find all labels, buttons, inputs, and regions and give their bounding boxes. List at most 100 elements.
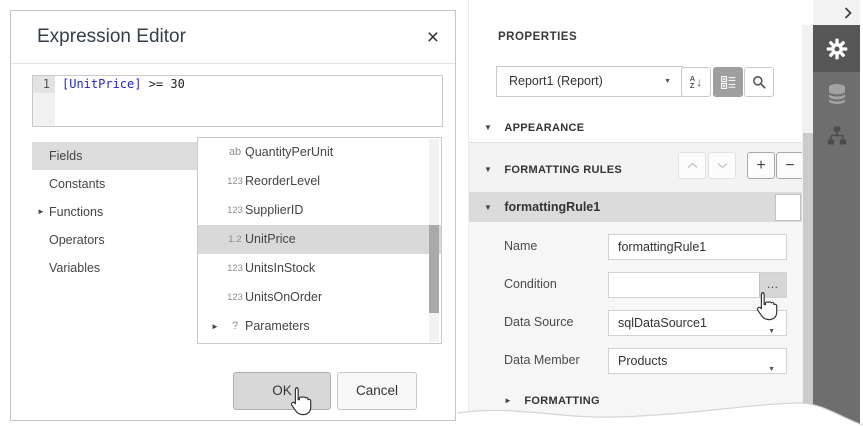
category-view-button[interactable]	[713, 67, 743, 97]
field-item-unitsinstock[interactable]: 123 UnitsInStock	[198, 254, 441, 283]
sort-alphabetical-button[interactable]: AZ ↓	[681, 67, 711, 97]
search-icon	[752, 75, 766, 89]
section-label: FORMATTING RULES	[504, 164, 622, 176]
ok-button[interactable]: OK	[233, 372, 331, 410]
expand-arrow-icon: ►	[211, 312, 219, 341]
category-label: Fields	[49, 149, 82, 163]
decimal-type-icon: 1.2	[227, 225, 243, 254]
category-item-constants[interactable]: Constants	[32, 170, 202, 198]
expression-editor-dialog: Expression Editor × 1 [UnitPrice] >= 30 …	[10, 10, 456, 421]
string-type-icon: ab	[227, 138, 243, 167]
integer-type-icon: 123	[227, 196, 243, 225]
data-source-value: sqlDataSource1	[618, 316, 707, 330]
chevron-down-icon: ▼	[768, 358, 775, 382]
collapse-arrow-icon: ▼	[484, 123, 492, 132]
condition-input[interactable]: …	[608, 272, 787, 298]
field-label: UnitsOnOrder	[245, 283, 322, 312]
integer-type-icon: 123	[227, 283, 243, 312]
scrollbar-thumb[interactable]	[429, 225, 439, 313]
category-item-variables[interactable]: Variables	[32, 254, 202, 282]
tree-structure-icon	[827, 126, 847, 146]
line-number-gutter: 1	[33, 76, 55, 126]
search-properties-button[interactable]	[744, 67, 774, 97]
field-label: ReorderLevel	[245, 167, 320, 196]
section-label: FORMATTING	[524, 395, 600, 407]
chevron-right-icon	[844, 7, 852, 19]
field-label: UnitPrice	[245, 225, 296, 254]
collapse-arrow-icon: ▼	[484, 165, 492, 174]
expand-arrow-icon: ►	[37, 198, 45, 226]
move-rule-down-button[interactable]	[708, 152, 736, 179]
properties-panel: PROPERTIES Report1 (Report) ▼ AZ ↓ ▼ APP…	[468, 0, 814, 427]
chevron-down-icon: ▼	[768, 320, 775, 344]
rule-name-label: formattingRule1	[504, 200, 600, 214]
move-rule-up-button[interactable]	[678, 152, 706, 179]
parameter-type-icon: ?	[227, 312, 243, 341]
category-item-functions[interactable]: ► Functions	[32, 198, 202, 226]
field-list: ab QuantityPerUnit 123 ReorderLevel 123 …	[197, 137, 442, 344]
field-item-quantityperunit[interactable]: ab QuantityPerUnit	[198, 138, 441, 167]
field-item-parameters[interactable]: ► ? Parameters	[198, 312, 441, 341]
category-item-fields[interactable]: Fields	[32, 142, 202, 170]
field-list-scrollbar[interactable]	[429, 139, 439, 342]
field-label: Parameters	[245, 312, 310, 341]
section-label: APPEARANCE	[504, 122, 584, 134]
panel-title: PROPERTIES	[498, 31, 577, 43]
report-explorer-tab-button[interactable]	[813, 116, 860, 156]
dialog-title: Expression Editor	[37, 26, 186, 48]
sort-down-arrow-icon: ↓	[696, 75, 702, 89]
scrollbar-thumb[interactable]	[803, 133, 813, 423]
section-formatting[interactable]: ► FORMATTING	[504, 391, 600, 409]
data-member-value: Products	[618, 354, 667, 368]
designer-side-toolbar	[813, 0, 860, 427]
data-source-label: Data Source	[504, 315, 573, 329]
field-label: SupplierID	[245, 196, 303, 225]
rule-properties-area: Name formattingRule1 Condition … Data So…	[469, 222, 802, 427]
field-item-supplierid[interactable]: 123 SupplierID	[198, 196, 441, 225]
category-item-operators[interactable]: Operators	[32, 226, 202, 254]
name-value: formattingRule1	[618, 240, 706, 254]
category-view-icon	[721, 76, 736, 89]
condition-label: Condition	[504, 277, 557, 291]
title-separator	[11, 63, 455, 64]
report-selector-dropdown[interactable]: Report1 (Report) ▼	[496, 66, 683, 97]
cancel-button[interactable]: Cancel	[337, 372, 417, 410]
data-source-dropdown[interactable]: sqlDataSource1 ▼	[608, 310, 787, 336]
remove-rule-button[interactable]: −	[776, 152, 804, 179]
name-input[interactable]: formattingRule1	[608, 234, 787, 260]
name-label: Name	[504, 239, 537, 253]
close-icon[interactable]: ×	[427, 28, 439, 48]
field-item-unitprice[interactable]: 1.2 UnitPrice	[198, 225, 441, 254]
code-line: [UnitPrice] >= 30	[62, 76, 185, 93]
properties-tab-button[interactable]	[813, 25, 860, 72]
section-formatting-rules[interactable]: ▼ FORMATTING RULES	[484, 160, 622, 178]
formatting-rule-header[interactable]: ▼ formattingRule1	[469, 192, 802, 222]
code-field-token: [UnitPrice]	[62, 77, 141, 91]
integer-type-icon: 123	[227, 254, 243, 283]
expression-code-editor[interactable]: 1 [UnitPrice] >= 30	[32, 75, 443, 127]
expand-arrow-icon: ►	[504, 396, 512, 405]
rule-color-swatch[interactable]	[775, 194, 801, 221]
section-appearance[interactable]: ▼ APPEARANCE	[484, 118, 584, 136]
line-number: 1	[33, 76, 55, 93]
field-label: QuantityPerUnit	[245, 138, 333, 167]
category-label: Operators	[49, 233, 105, 247]
report-selector-value: Report1 (Report)	[509, 74, 603, 88]
field-item-reorderlevel[interactable]: 123 ReorderLevel	[198, 167, 441, 196]
field-list-tab-button[interactable]	[813, 74, 860, 114]
data-member-label: Data Member	[504, 353, 580, 367]
data-member-dropdown[interactable]: Products ▼	[608, 348, 787, 374]
category-label: Constants	[49, 177, 105, 191]
section-formatting-rules-band: ▼ FORMATTING RULES + −	[469, 142, 802, 193]
category-label: Functions	[49, 205, 103, 219]
category-list: Fields Constants ► Functions Operators V…	[32, 142, 202, 282]
chevron-up-icon	[687, 162, 698, 169]
integer-type-icon: 123	[227, 167, 243, 196]
field-item-unitsonorder[interactable]: 123 UnitsOnOrder	[198, 283, 441, 312]
chevron-down-icon: ▼	[664, 67, 671, 96]
database-icon	[827, 82, 847, 106]
add-rule-button[interactable]: +	[747, 152, 775, 179]
condition-ellipsis-button[interactable]: …	[759, 273, 786, 297]
collapse-panel-button[interactable]	[813, 0, 860, 25]
code-rest-token: >= 30	[141, 77, 184, 91]
